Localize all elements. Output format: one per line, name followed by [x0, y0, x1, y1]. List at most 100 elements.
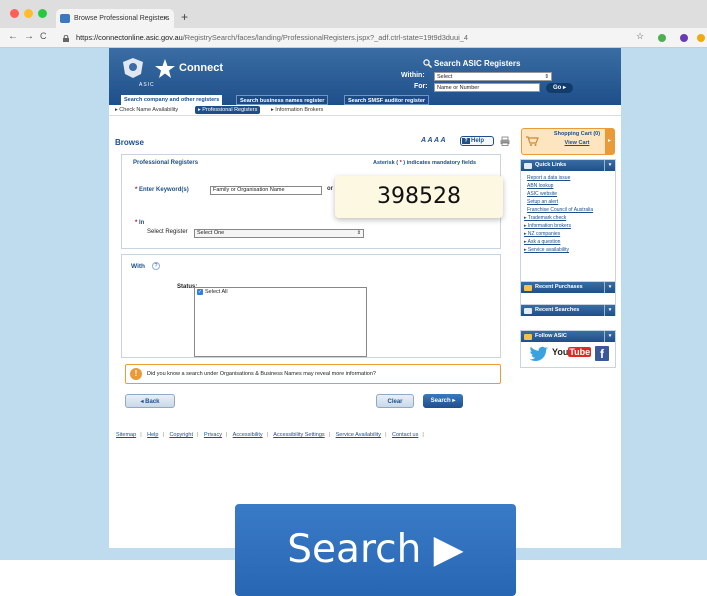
keyword-label: * Enter Keyword(s): [135, 187, 189, 193]
url-domain: https://connectonline.asic.gov.au: [76, 33, 183, 42]
help-question-icon: ?: [462, 138, 470, 144]
search-registers-title: Search ASIC Registers: [434, 59, 521, 68]
tab-strip: Browse Professional Registers × +: [0, 0, 707, 28]
footer-link[interactable]: Service Availability: [336, 432, 381, 438]
subnav-professional-registers[interactable]: ▸ Professional Registers: [195, 106, 261, 114]
value-tooltip: 398528: [335, 176, 503, 218]
quick-link[interactable]: ASIC website: [527, 191, 557, 197]
facebook-icon[interactable]: f: [595, 346, 609, 361]
clear-button[interactable]: Clear: [376, 394, 414, 408]
sub-navigation: ▸ Check Name Availability ▸ Professional…: [109, 105, 621, 116]
quick-link[interactable]: ▸ Trademark check: [524, 215, 566, 221]
footer-link[interactable]: Privacy: [204, 432, 222, 438]
recent-searches-box[interactable]: Recent Searches ▾: [520, 304, 616, 316]
keyword-label-text: Enter Keyword(s): [139, 187, 189, 193]
follow-asic-header: Follow ASIC ▾: [521, 331, 615, 342]
follow-asic-title: Follow ASIC: [535, 333, 567, 339]
quick-link[interactable]: ▸ Information brokers: [524, 223, 571, 229]
footer-link[interactable]: Contact us: [392, 432, 418, 438]
subnav-check-name[interactable]: ▸ Check Name Availability: [115, 107, 178, 113]
extension-purple-icon[interactable]: [680, 34, 688, 42]
quick-links-title: Quick Links: [535, 162, 567, 168]
help-button[interactable]: ? Help: [460, 136, 494, 146]
zoomed-search-button[interactable]: Search ▶: [235, 504, 516, 596]
extension-green-icon[interactable]: [658, 34, 666, 42]
tab-search-smsf[interactable]: Search SMSF auditor register: [344, 95, 430, 105]
maximize-window-icon[interactable]: [38, 9, 47, 18]
reload-icon[interactable]: C: [40, 31, 47, 41]
cart-title: Shopping Cart (0): [553, 131, 601, 137]
follow-asic-box: Follow ASIC ▾ YouTube f: [520, 330, 616, 368]
footer-link[interactable]: Accessibility: [233, 432, 263, 438]
quick-link[interactable]: ABN lookup: [527, 183, 553, 189]
quick-link[interactable]: ▸ NZ companies: [524, 231, 560, 237]
youtube-icon[interactable]: YouTube: [552, 347, 592, 357]
recent-purchases-header: Recent Purchases ▾: [521, 282, 615, 293]
coat-of-arms-icon: [123, 58, 143, 78]
recent-purchases-title: Recent Purchases: [535, 284, 583, 290]
close-window-icon[interactable]: [10, 9, 19, 18]
with-help-icon[interactable]: ?: [152, 262, 160, 270]
go-button[interactable]: Go ▸: [546, 83, 573, 93]
browser-tab[interactable]: Browse Professional Registers ×: [56, 9, 174, 28]
back-arrow-icon[interactable]: ←: [8, 31, 18, 42]
tab-title: Browse Professional Registers: [74, 15, 170, 22]
or-label: or: [327, 186, 333, 192]
asic-page: ASIC Connect Search ASIC Registers Withi…: [109, 48, 621, 548]
mandatory-pre: Asterisk (: [373, 160, 399, 166]
search-button[interactable]: Search ▸: [423, 394, 463, 408]
quick-link[interactable]: Report a data issue: [527, 175, 570, 181]
cart-arrow-icon[interactable]: ▸: [605, 129, 614, 154]
quick-link[interactable]: Setup an alert: [527, 199, 558, 205]
subnav-information-brokers[interactable]: ▸ Information Brokers: [271, 107, 323, 113]
tab-search-business-names[interactable]: Search business names register: [236, 95, 329, 105]
print-icon[interactable]: [500, 136, 510, 146]
quick-link[interactable]: ▸ Ask a question: [524, 239, 560, 245]
quick-links-icon: [524, 163, 532, 169]
url-field[interactable]: https://connectonline.asic.gov.au/Regist…: [76, 31, 468, 45]
back-button[interactable]: ◂ Back: [125, 394, 175, 408]
register-select[interactable]: Select One ⇕: [194, 229, 364, 238]
extension-orange-icon[interactable]: [697, 34, 705, 42]
address-bar-row: ← → C https://connectonline.asic.gov.au/…: [0, 28, 707, 48]
url-path: /RegistrySearch/faces/landing/Profession…: [182, 33, 469, 42]
view-cart-link[interactable]: View Cart: [542, 140, 612, 146]
quick-links-header: Quick Links ▾: [521, 160, 615, 171]
footer-link[interactable]: Accessibility Settings: [273, 432, 324, 438]
new-tab-button[interactable]: +: [181, 10, 188, 24]
chevron-down-icon[interactable]: ▾: [604, 305, 615, 316]
footer-link[interactable]: Copyright: [169, 432, 193, 438]
browser-window: Browse Professional Registers × + ← → C …: [0, 0, 707, 560]
search-history-icon: [524, 308, 532, 314]
quick-link[interactable]: ▸ Service availability: [524, 247, 569, 253]
chevron-down-icon[interactable]: ▾: [604, 331, 615, 342]
recent-purchases-box[interactable]: Recent Purchases ▾: [520, 281, 616, 293]
footer-link[interactable]: Help: [147, 432, 158, 438]
select-all-checkbox[interactable]: ✓: [197, 289, 203, 295]
shopping-cart-box[interactable]: Shopping Cart (0) View Cart ▸: [521, 128, 615, 155]
connect-logo: Connect: [179, 62, 223, 74]
mandatory-post: ) indicates mandatory fields: [403, 160, 477, 166]
for-input[interactable]: Name or Number: [434, 83, 540, 92]
tab-close-icon[interactable]: ×: [163, 9, 168, 28]
forward-arrow-icon[interactable]: →: [24, 31, 34, 42]
twitter-icon[interactable]: [529, 346, 549, 362]
cart-icon: [526, 136, 539, 146]
bookmark-star-icon[interactable]: ☆: [636, 31, 644, 42]
asic-logo-text: ASIC: [139, 82, 155, 88]
select-arrows-icon: ⇕: [356, 230, 361, 236]
chevron-down-icon[interactable]: ▾: [604, 282, 615, 293]
quick-link[interactable]: Franchise Council of Australia: [527, 207, 593, 213]
minimize-window-icon[interactable]: [24, 9, 33, 18]
text-size-controls[interactable]: A A A A: [421, 137, 446, 144]
people-icon: [524, 334, 532, 340]
for-label: For:: [414, 83, 428, 90]
chevron-down-icon[interactable]: ▾: [604, 160, 615, 171]
status-list[interactable]: [194, 287, 367, 357]
recent-searches-title: Recent Searches: [535, 307, 580, 313]
with-label: With: [131, 263, 146, 270]
footer-link[interactable]: Sitemap: [116, 432, 136, 438]
within-select[interactable]: Select ⇕: [434, 72, 552, 81]
keyword-input[interactable]: Family or Organisation Name: [210, 186, 322, 195]
tab-search-company[interactable]: Search company and other registers: [121, 95, 223, 105]
